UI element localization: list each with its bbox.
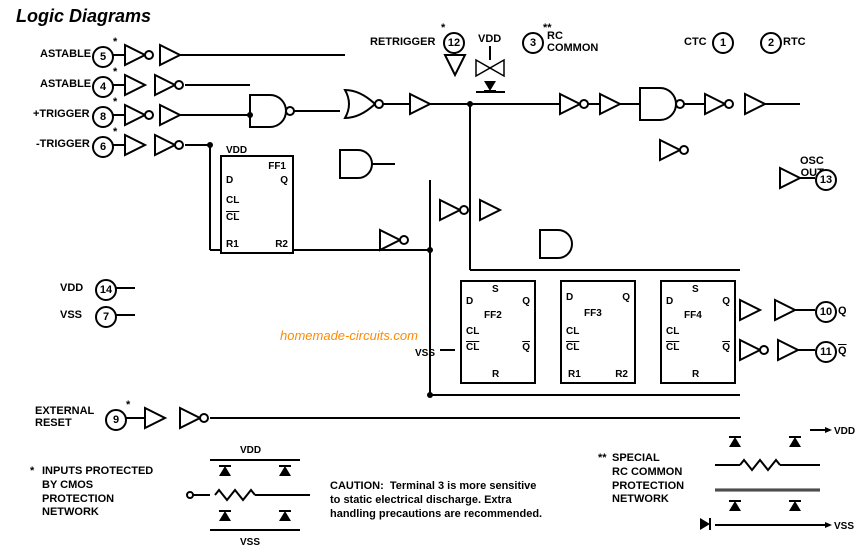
svg-text:VDD: VDD <box>834 426 855 437</box>
pin-13: 13 <box>815 169 837 191</box>
pin-1: 1 <box>712 32 734 54</box>
label-ntrigger: -TRIGGER <box>36 138 90 150</box>
pin-8: 8 <box>92 106 114 128</box>
svg-text:VDD: VDD <box>478 33 501 45</box>
label-astable-a: ASTABLE <box>40 48 91 60</box>
pin-14: 14 <box>95 279 117 301</box>
svg-text:VSS: VSS <box>240 537 260 548</box>
pin-6: 6 <box>92 136 114 158</box>
label-rccommon: RC COMMON <box>547 30 598 54</box>
label-qbar: Q <box>838 345 847 357</box>
star-12: * <box>441 22 445 34</box>
flipflop-ff3: D Q FF3 CL CL R1 R2 <box>560 280 636 384</box>
pin-5: 5 <box>92 46 114 68</box>
star-9: * <box>126 399 130 411</box>
label-ptrigger: +TRIGGER <box>33 108 90 120</box>
pin-3: 3 <box>522 32 544 54</box>
flipflop-ff4: S D Q FF4 CL CL Q R <box>660 280 736 384</box>
asterisk-single: * <box>30 465 34 477</box>
label-rtc: RTC <box>783 36 806 48</box>
star-3: ** <box>543 22 552 34</box>
star-5: * <box>113 36 117 48</box>
label-vdd: VDD <box>60 282 83 294</box>
pin-2: 2 <box>760 32 782 54</box>
label-extreset: EXTERNAL RESET <box>35 405 94 429</box>
svg-text:VDD: VDD <box>240 445 261 456</box>
asterisk-double: ** <box>598 452 607 464</box>
label-vss: VSS <box>60 309 82 321</box>
star-4: * <box>113 66 117 78</box>
pin-9: 9 <box>105 409 127 431</box>
svg-text:VSS: VSS <box>415 348 435 359</box>
pin-7: 7 <box>95 306 117 328</box>
label-retrigger: RETRIGGER <box>370 36 435 48</box>
label-ctc: CTC <box>684 36 707 48</box>
note-cmos: INPUTS PROTECTED BY CMOS PROTECTION NETW… <box>42 465 153 520</box>
pin-10: 10 <box>815 301 837 323</box>
note-special: SPECIAL RC COMMON PROTECTION NETWORK <box>612 452 684 507</box>
label-astable-b: ASTABLE <box>40 78 91 90</box>
pin-11: 11 <box>815 341 837 363</box>
star-6: * <box>113 126 117 138</box>
label-q: Q <box>838 305 847 317</box>
flipflop-ff2: S D Q FF2 CL CL Q R <box>460 280 536 384</box>
svg-text:VSS: VSS <box>834 521 854 532</box>
pin-12: 12 <box>443 32 465 54</box>
pin-4: 4 <box>92 76 114 98</box>
star-8: * <box>113 96 117 108</box>
flipflop-ff1: VDD FF1 D Q CL CL R1 R2 <box>220 155 294 254</box>
note-caution: CAUTION: Terminal 3 is more sensitive to… <box>330 480 542 521</box>
